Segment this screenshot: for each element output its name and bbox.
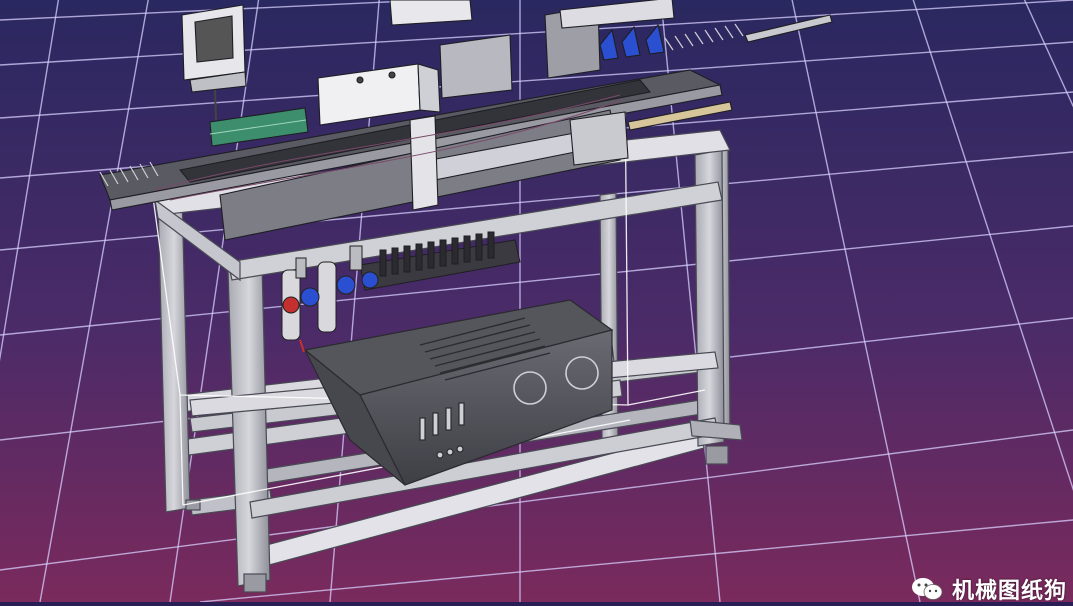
cad-3d-scene[interactable] [0,0,1073,602]
watermark: 机械图纸狗 [910,572,1067,606]
cad-viewport[interactable]: 机械图纸狗 [0,0,1073,604]
wechat-icon [911,578,943,600]
watermark-text: 机械图纸狗 [951,579,1067,604]
